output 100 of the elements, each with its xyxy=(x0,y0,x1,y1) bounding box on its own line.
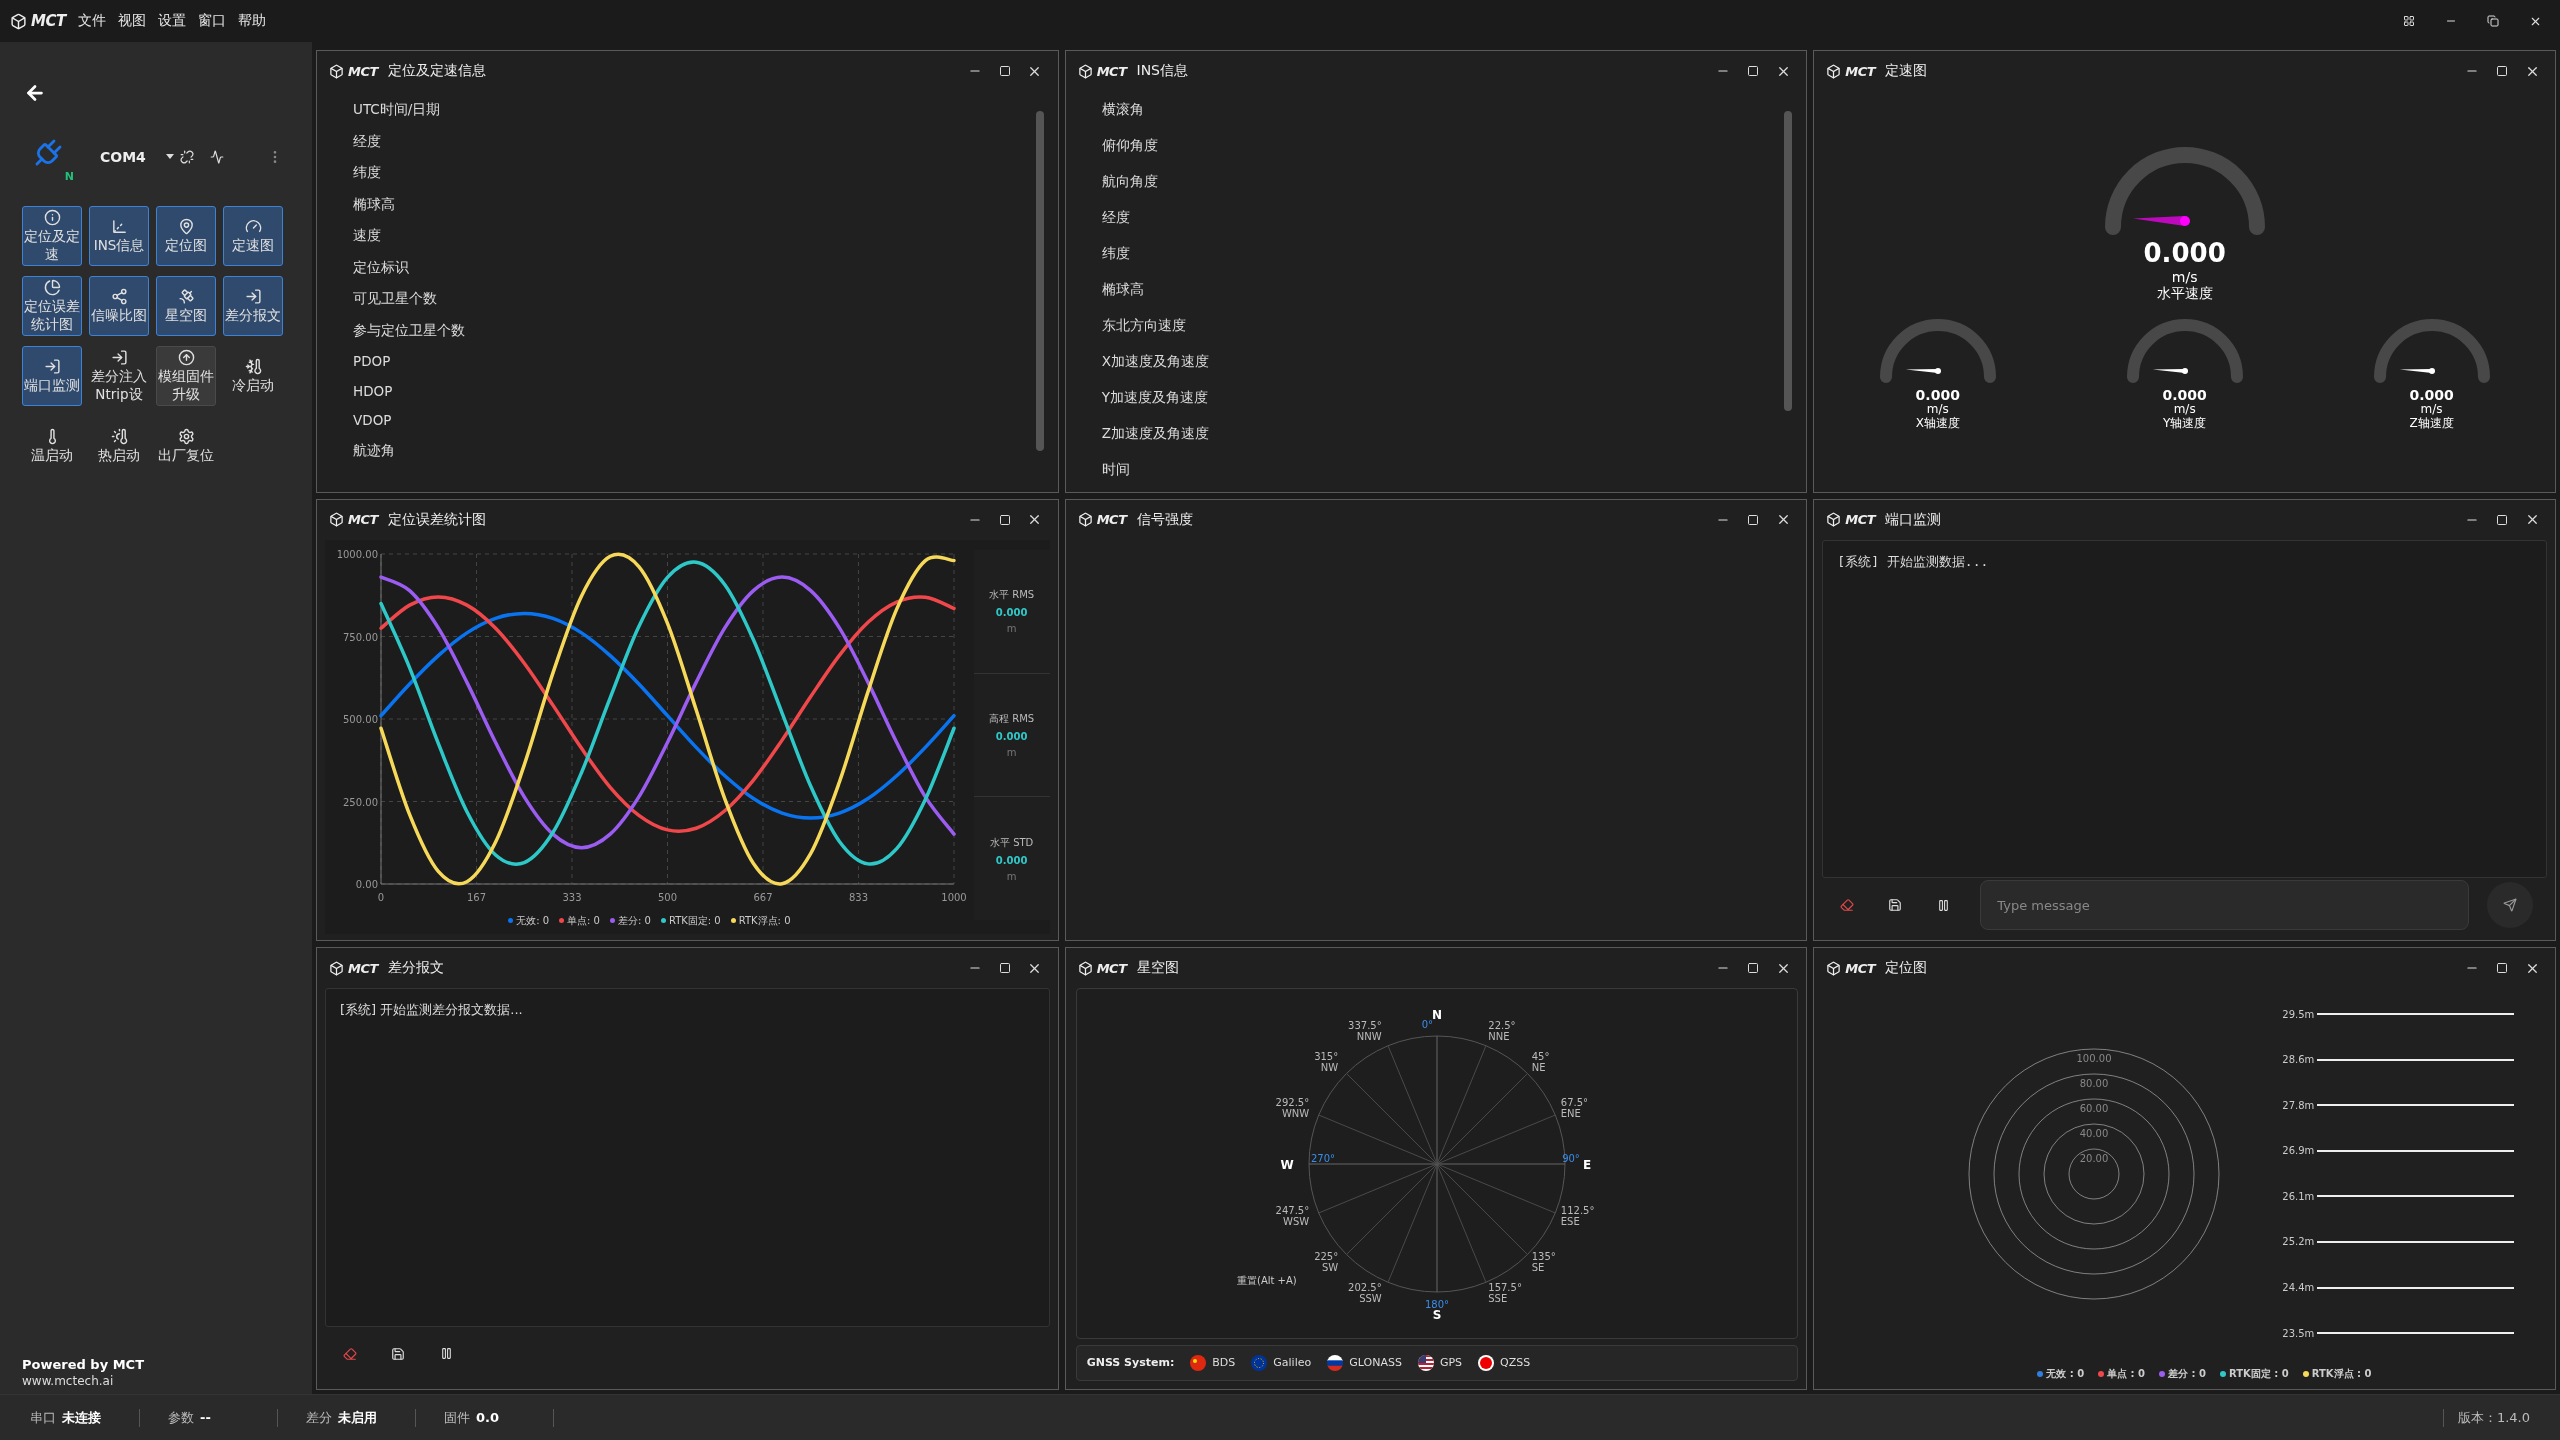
y-tick-label: 250.00 xyxy=(343,796,379,808)
field-label: Z加速度及角速度 xyxy=(1101,425,1210,443)
degree-label: 0° xyxy=(1421,1018,1433,1030)
brand-logo: MCT xyxy=(1096,960,1127,976)
cube-logo-icon xyxy=(329,512,344,528)
altitude-label: 25.2m xyxy=(2281,1236,2315,1248)
speed-value: 0.000 xyxy=(2143,239,2226,269)
reset-hint[interactable]: 重置(Alt +A) xyxy=(1236,1274,1297,1286)
gauge-needle xyxy=(2132,216,2190,226)
brand-logo: MCT xyxy=(1845,512,1876,528)
speed-unit: m/s xyxy=(2173,403,2196,417)
thermometer-icon xyxy=(244,357,262,375)
info-icon xyxy=(43,209,61,226)
x-tick-label: 167 xyxy=(467,891,487,903)
stat-unit: m xyxy=(1006,870,1017,882)
stat-unit: m xyxy=(1006,623,1017,635)
scrollbar[interactable] xyxy=(1784,111,1793,411)
tool-button[interactable]: 端口监测 xyxy=(22,346,82,407)
status-label: 差分 xyxy=(306,1408,332,1427)
speed-unit: m/s xyxy=(2171,268,2198,285)
gnss-label: GNSS System: xyxy=(1086,1356,1175,1370)
field-label: 航向角度 xyxy=(1101,173,1159,191)
speed-label: Y轴速度 xyxy=(2163,416,2207,431)
port-name[interactable]: COM4 xyxy=(100,149,164,165)
field-label: 椭球高 xyxy=(1101,281,1145,299)
stat-label: 水平 RMS xyxy=(989,588,1035,603)
status-value: 未启用 xyxy=(338,1408,377,1427)
message-input[interactable]: Type message xyxy=(1980,880,2469,931)
bearing-label: 112.5° ESE xyxy=(1560,1205,1595,1227)
log-line: [系统] 开始监测数据... xyxy=(1837,553,1989,569)
flag-icon xyxy=(1251,1355,1268,1371)
ring-label: 100.00 xyxy=(2076,1052,2112,1064)
scrollbar[interactable] xyxy=(1035,111,1044,451)
field-label: 速度 xyxy=(353,227,382,245)
tool-button[interactable]: 定位图 xyxy=(156,206,216,267)
tool-button[interactable]: 信噪比图 xyxy=(89,276,149,337)
field-label: HDOP xyxy=(353,382,394,399)
tool-button[interactable]: 冷启动 xyxy=(223,346,283,407)
altitude-label: 29.5m xyxy=(2281,1008,2315,1020)
panel-title: 定位误差统计图 xyxy=(387,510,486,529)
menu-item[interactable]: 文件 xyxy=(77,12,106,30)
tool-button[interactable]: 星空图 xyxy=(156,276,216,337)
menu-item[interactable]: 窗口 xyxy=(197,12,226,30)
tool-button[interactable]: 定速图 xyxy=(223,206,283,267)
brand-logo: MCT xyxy=(1096,512,1127,528)
flag-icon xyxy=(1190,1355,1207,1371)
panel-title: 定速图 xyxy=(1885,62,1928,80)
brand-logo: MCT xyxy=(1096,63,1127,79)
menu-item[interactable]: 视图 xyxy=(117,12,146,30)
enter-icon xyxy=(110,349,128,367)
send-icon xyxy=(2503,898,2517,913)
speed-label: X轴速度 xyxy=(1915,416,1960,431)
website-link[interactable]: www.mctech.ai xyxy=(22,1374,290,1388)
bearing-label: 67.5° ENE xyxy=(1560,1096,1588,1119)
tool-button[interactable]: 温启动 xyxy=(22,416,82,477)
field-label: PDOP xyxy=(353,353,392,369)
cube-logo-icon xyxy=(329,63,344,79)
tool-button[interactable]: 定位误差统计图 xyxy=(22,276,82,337)
cube-logo-icon xyxy=(10,12,27,30)
tool-button[interactable]: 差分报文 xyxy=(223,276,283,337)
status-label: 参数 xyxy=(168,1408,194,1427)
gauge-icon xyxy=(244,217,262,235)
nodes-icon xyxy=(110,287,128,305)
tool-button[interactable]: INS信息 xyxy=(89,206,149,267)
x-tick-label: 500 xyxy=(658,891,678,903)
compass-letter: S xyxy=(1432,1307,1441,1322)
gnss-name: BDS xyxy=(1212,1356,1236,1370)
bearing-label: 247.5° WSW xyxy=(1275,1205,1309,1227)
menu-item[interactable]: 设置 xyxy=(157,12,186,30)
stat-value: 0.000 xyxy=(995,607,1028,619)
field-label: 参与定位卫星个数 xyxy=(353,321,466,340)
ring-label: 80.00 xyxy=(2080,1077,2109,1089)
cube-logo-icon xyxy=(1077,960,1093,976)
stat-value: 0.000 xyxy=(995,731,1028,742)
menu-item[interactable]: 帮助 xyxy=(237,12,266,30)
stat-label: 高程 RMS xyxy=(989,712,1035,726)
brand-logo: MCT xyxy=(348,960,378,976)
panel-title: 定位图 xyxy=(1885,959,1928,978)
tool-button[interactable]: 差分注入Ntrip设 xyxy=(89,346,149,407)
y-tick-label: 750.00 xyxy=(343,631,379,643)
ring-label: 20.00 xyxy=(2080,1152,2109,1164)
panel-title: INS信息 xyxy=(1136,62,1188,80)
tool-button[interactable]: 出厂复位 xyxy=(156,416,216,477)
status-letter: N xyxy=(64,170,74,183)
altitude-label: 28.6m xyxy=(2281,1054,2315,1066)
send-button[interactable] xyxy=(2487,882,2533,929)
panel-title: 定位及定速信息 xyxy=(387,62,486,80)
field-label: Y加速度及角速度 xyxy=(1101,389,1209,407)
cube-logo-icon xyxy=(1826,512,1842,528)
enter-icon xyxy=(43,357,61,375)
legend-label: RTK固定 : 0 xyxy=(2228,1367,2289,1381)
stat-label: 水平 STD xyxy=(990,835,1034,850)
ring-label: 60.00 xyxy=(2080,1102,2109,1114)
tool-button[interactable]: 模组固件升级 xyxy=(156,346,216,407)
degree-label: 90° xyxy=(1561,1152,1580,1164)
brand-logo: MCT xyxy=(348,63,378,79)
tool-button[interactable]: 热启动 xyxy=(89,416,149,477)
speed-value: 0.000 xyxy=(2409,387,2454,404)
y-tick-label: 500.00 xyxy=(343,713,379,725)
tool-button[interactable]: 定位及定速 xyxy=(22,206,82,267)
